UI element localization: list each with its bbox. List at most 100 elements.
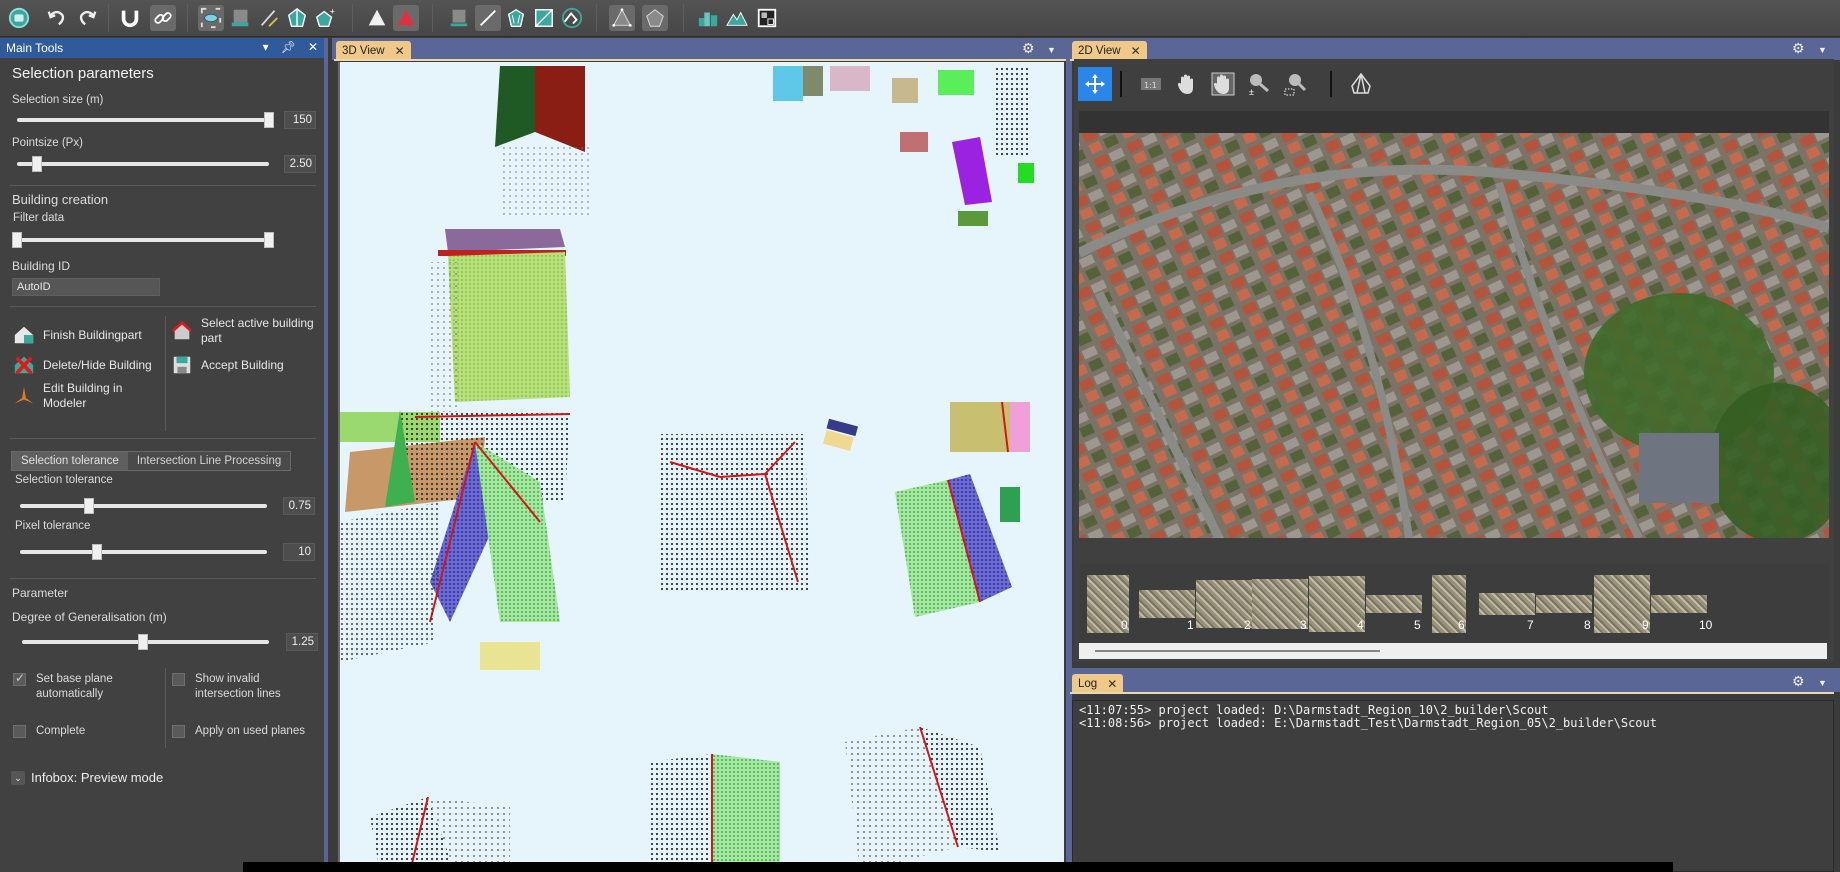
selection-tolerance-value[interactable]: 0.75 [283, 497, 315, 515]
close-icon[interactable]: ✕ [1107, 677, 1117, 691]
thumbnail-index: 8 [1584, 618, 1591, 632]
apply-used-planes-checkbox[interactable]: Apply on used planes [172, 724, 305, 739]
close-icon[interactable]: ✕ [308, 40, 318, 54]
pan-frame-button[interactable] [1206, 67, 1240, 101]
add-polygon-button[interactable]: + [312, 5, 338, 31]
undo-button[interactable] [44, 5, 70, 31]
slider-thumb[interactable] [91, 544, 102, 560]
slider-thumb[interactable] [138, 634, 149, 650]
image-thumbnail[interactable]: 5 [1366, 574, 1436, 636]
image-thumbnail[interactable]: 6 [1432, 574, 1480, 636]
generalisation-value[interactable]: 1.25 [286, 633, 318, 651]
roof-circle-button[interactable] [559, 5, 585, 31]
aerial-image[interactable] [1079, 133, 1829, 538]
generalisation-slider[interactable] [22, 634, 269, 650]
app-logo-button[interactable] [6, 5, 32, 31]
checkbox-box[interactable] [13, 671, 26, 686]
pointsize-slider[interactable] [17, 156, 269, 172]
gear-icon[interactable]: ⚙ [1022, 40, 1035, 57]
infobox-expander[interactable]: ⌄ Infobox: Preview mode [11, 770, 163, 785]
complete-checkbox[interactable]: Complete [13, 724, 85, 739]
pointsize-value[interactable]: 2.50 [284, 155, 316, 173]
select-region-button[interactable] [198, 5, 224, 31]
shield-icon [507, 8, 525, 27]
zoom-plusminus-button[interactable]: ± [1242, 67, 1276, 101]
divider [10, 185, 316, 186]
range-min-thumb[interactable] [12, 232, 22, 248]
select-active-building-part-button[interactable]: Select active building part [171, 316, 321, 346]
layer-box-button[interactable] [446, 5, 472, 31]
shield-polygon-button[interactable] [503, 5, 529, 31]
finish-buildingpart-button[interactable]: Finish Buildingpart [13, 324, 142, 346]
tab-2d-view[interactable]: 2D View ✕ [1072, 41, 1147, 60]
delete-hide-building-button[interactable]: Delete/Hide Building [13, 354, 152, 376]
image-thumbnail[interactable]: 0 [1087, 574, 1143, 636]
gear-icon[interactable]: ⚙ [1792, 40, 1805, 57]
edit-building-modeler-button[interactable]: Edit Building in Modeler [13, 381, 153, 411]
house-red-roof-icon [171, 320, 193, 340]
tab-selection-tolerance[interactable]: Selection tolerance [12, 452, 128, 470]
triangle-vertices-icon [612, 8, 632, 27]
checkbox-box[interactable] [172, 725, 185, 738]
close-icon[interactable]: ✕ [1131, 44, 1141, 58]
dropdown-icon[interactable]: ▾ [263, 40, 269, 54]
floorplan-button[interactable] [754, 5, 780, 31]
close-icon[interactable]: ✕ [395, 44, 405, 58]
checkbox-box[interactable] [172, 673, 185, 686]
selection-size-slider[interactable] [17, 112, 274, 128]
set-base-plane-checkbox[interactable]: Set base plane automatically [13, 671, 153, 702]
redo-button[interactable] [74, 5, 100, 31]
3d-point-cloud-viewport[interactable] [338, 62, 1064, 872]
tab-intersection-line-processing[interactable]: Intersection Line Processing [127, 452, 291, 470]
infobox-label: Infobox: Preview mode [31, 770, 164, 785]
save-disk-icon [173, 356, 191, 374]
chevron-down-icon[interactable]: ⌄ [11, 770, 25, 785]
scrollbar-thumb[interactable] [1095, 650, 1380, 652]
slider-thumb[interactable] [264, 112, 274, 128]
slider-thumb[interactable] [32, 156, 43, 172]
perspective-button[interactable] [1344, 67, 1378, 101]
tab-3d-view[interactable]: 3D View ✕ [336, 41, 411, 60]
city-model-button[interactable] [695, 5, 721, 31]
pin-icon[interactable]: 📌︎ [281, 40, 296, 54]
dropdown-icon[interactable]: ▼ [1818, 45, 1827, 55]
floorplan-icon [757, 8, 777, 28]
log-line: <11:08:56> project loaded: E:\Darmstadt_… [1079, 716, 1657, 730]
triangle-button[interactable] [364, 5, 390, 31]
selection-tolerance-slider[interactable] [20, 498, 267, 514]
toolbar-separator [187, 4, 188, 32]
dropdown-icon[interactable]: ▼ [1818, 678, 1827, 688]
horizontal-scrollbar[interactable] [1079, 643, 1827, 659]
image-thumbnail[interactable]: 10 [1651, 574, 1721, 636]
range-max-thumb[interactable] [264, 232, 274, 248]
snap-button[interactable] [117, 5, 143, 31]
roof-polygon-button[interactable] [284, 5, 310, 31]
triangle-red-button[interactable] [393, 5, 419, 31]
plane-tool-button[interactable] [228, 5, 254, 31]
pentagon-button[interactable] [642, 5, 668, 31]
triangle-vertices-button[interactable] [609, 5, 635, 31]
move-tool-button[interactable] [1078, 67, 1112, 101]
pan-button[interactable] [1170, 67, 1204, 101]
dropdown-icon[interactable]: ▼ [1047, 45, 1056, 55]
edge-line-button[interactable] [475, 5, 501, 31]
line-tool-button[interactable] [256, 5, 282, 31]
filter-data-range-slider[interactable] [12, 232, 274, 248]
filter-data-label: Filter data [13, 212, 65, 224]
link-button[interactable] [150, 5, 176, 31]
accept-building-button[interactable]: Accept Building [171, 354, 284, 376]
zoom-region-button[interactable] [1278, 67, 1312, 101]
pixel-tolerance-value[interactable]: 10 [283, 543, 315, 561]
pixel-tolerance-slider[interactable] [20, 544, 267, 560]
split-square-button[interactable] [531, 5, 557, 31]
slider-thumb[interactable] [84, 498, 95, 514]
zoom-1to1-button[interactable]: 1:1 [1134, 67, 1168, 101]
terrain-button[interactable] [724, 5, 750, 31]
selection-size-value[interactable]: 150 [284, 111, 316, 129]
gear-icon[interactable]: ⚙ [1792, 673, 1805, 690]
checkbox-box[interactable] [13, 725, 26, 738]
tab-log[interactable]: Log ✕ [1072, 674, 1124, 693]
log-output[interactable]: <11:07:55> project loaded: D:\Darmstadt_… [1072, 700, 1834, 872]
show-invalid-lines-checkbox[interactable]: Show invalid intersection lines [172, 672, 292, 702]
building-id-input[interactable]: AutoID [12, 278, 160, 296]
